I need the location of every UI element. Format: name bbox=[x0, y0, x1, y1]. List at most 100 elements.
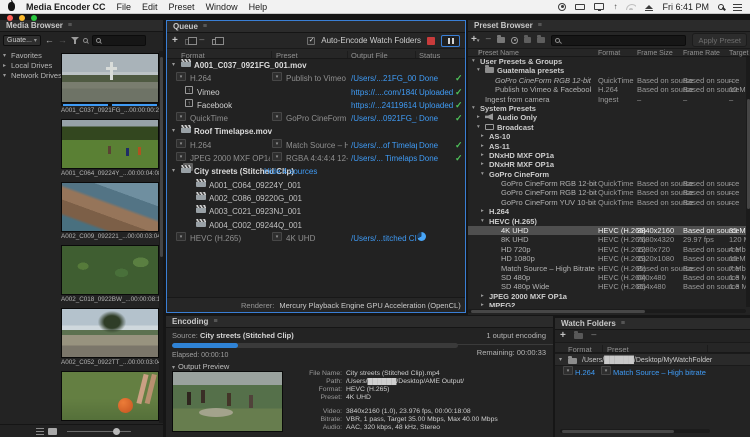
queue-row[interactable]: ▾ JPEG 2000 MXF OP1a ▾ RGBA 4:4:4:4 12-b… bbox=[167, 152, 465, 165]
output-file-link[interactable]: /Users/...of Timelapse.mp4 bbox=[351, 139, 417, 152]
wifi-icon[interactable] bbox=[626, 3, 636, 10]
notification-center-icon[interactable] bbox=[733, 4, 742, 11]
tab-preset-browser[interactable]: Preset Browser bbox=[474, 21, 533, 30]
preset-name[interactable]: GoPro CineForm RGB 12-bit with alpha (Al… bbox=[495, 76, 591, 85]
preset-row[interactable]: 8K UHD HEVC (H.265) 7680x4320 29.97 fps … bbox=[468, 235, 746, 244]
eject-icon[interactable] bbox=[645, 5, 653, 9]
thumbnail-size-slider[interactable] bbox=[67, 431, 131, 432]
preset-row[interactable]: ▸ H.264 bbox=[468, 207, 746, 216]
display-mirroring-icon[interactable] bbox=[594, 3, 604, 10]
preset-name[interactable]: SD 480p Wide bbox=[501, 282, 549, 291]
queue-preset[interactable]: GoPro CineForm RGB 12... bbox=[286, 112, 348, 125]
chevron-icon[interactable]: ▸ bbox=[481, 142, 484, 151]
output-preview-toggle[interactable]: ▾Output Preview bbox=[172, 362, 229, 371]
watch-format[interactable]: H.264 bbox=[575, 366, 595, 379]
preset-name[interactable]: DNxHR MXF OP1a bbox=[489, 160, 554, 169]
preset-dropdown-icon[interactable]: ▾ bbox=[272, 72, 282, 81]
clip-thumbnail[interactable] bbox=[61, 371, 159, 421]
preset-row[interactable]: ▸ Audio Only bbox=[468, 113, 746, 122]
queue-row[interactable]: ↑ Vimeo https://....com/184066142 Upload… bbox=[167, 86, 465, 99]
preset-row[interactable]: ▸ AS-11 bbox=[468, 142, 746, 151]
queue-row[interactable]: ↑ Facebook https://...24119614602283 Upl… bbox=[167, 99, 465, 112]
preset-name[interactable]: GoPro CineForm bbox=[489, 170, 549, 179]
preset-dropdown-icon[interactable]: ▾ bbox=[272, 139, 282, 148]
preset-row[interactable]: HD 1080p HEVC (H.265) 1920x1080 Based on… bbox=[468, 254, 746, 263]
panel-menu-icon[interactable]: ≡ bbox=[213, 318, 217, 325]
menubar-clock[interactable]: Fri 6:41 PM bbox=[662, 2, 709, 12]
preset-row[interactable]: ▸ DNxHD MXF OP1a bbox=[468, 151, 746, 160]
add-source-button[interactable]: + bbox=[172, 36, 178, 46]
preset-name[interactable]: GoPro CineForm RGB 12-bit with alpha bbox=[501, 179, 597, 188]
preset-name[interactable]: HEVC (H.265) bbox=[489, 217, 537, 226]
output-file-link[interactable]: /Users/...0921FG_001.mov bbox=[351, 112, 417, 125]
queue-row[interactable]: ▾ A001_C037_0921FG_001.mov bbox=[167, 59, 465, 72]
preset-settings-button[interactable] bbox=[511, 37, 517, 44]
preset-name[interactable]: MPEG2 bbox=[489, 301, 515, 307]
preset-search-input[interactable] bbox=[563, 37, 682, 44]
sync-icon[interactable] bbox=[575, 4, 585, 10]
slider-knob[interactable] bbox=[113, 428, 120, 435]
watch-preset[interactable]: Match Source – High bitrate bbox=[613, 366, 706, 379]
new-preset-button[interactable]: +▾ bbox=[471, 35, 479, 46]
preset-name[interactable]: System Presets bbox=[480, 104, 536, 113]
chevron-icon[interactable]: ▾ bbox=[481, 217, 484, 226]
preset-name[interactable]: Publish to Vimeo & Facebook bbox=[495, 85, 591, 94]
media-search-box[interactable] bbox=[92, 35, 146, 46]
preset-name[interactable]: Audio Only bbox=[497, 113, 537, 122]
minimize-window-button[interactable] bbox=[19, 15, 25, 21]
remove-watch-folder-button[interactable]: − bbox=[591, 331, 597, 341]
apple-menu-icon[interactable] bbox=[8, 2, 15, 11]
preset-name[interactable]: User Presets & Groups bbox=[480, 57, 562, 66]
preset-dropdown-icon[interactable]: ▾ bbox=[272, 152, 282, 161]
preset-name[interactable]: GoPro CineForm YUV 10-bit bbox=[501, 198, 596, 207]
queue-row[interactable]: ▾ H.264 ▾ Match Source – High bitr... /U… bbox=[167, 139, 465, 152]
panel-menu-icon[interactable]: ≡ bbox=[203, 23, 207, 30]
preset-row[interactable]: ▾ Broadcast bbox=[468, 123, 746, 132]
queue-format[interactable]: QuickTime bbox=[190, 112, 228, 125]
queue-row[interactable]: A003_C021_0923NJ_001 bbox=[167, 205, 465, 218]
preset-row[interactable]: GoPro CineForm YUV 10-bit QuickTime Base… bbox=[468, 198, 746, 207]
preset-row[interactable]: ▾ System Presets bbox=[468, 104, 746, 113]
chevron-icon[interactable]: ▸ bbox=[481, 132, 484, 141]
chevron-icon[interactable]: ▸ bbox=[481, 207, 484, 216]
screen-record-icon[interactable] bbox=[558, 3, 566, 11]
chevron-icon[interactable]: ▾ bbox=[472, 57, 475, 66]
preset-row[interactable]: Ingest from camera Ingest – – – bbox=[468, 95, 746, 104]
chevron-icon[interactable]: ▾ bbox=[477, 123, 480, 132]
zoom-menu-icon[interactable] bbox=[83, 38, 88, 43]
media-clip[interactable]: A001_C037_0921FG_... 00:00:00:20 bbox=[61, 53, 159, 114]
preset-row[interactable]: GoPro CineForm RGB 12-bit with alpha... … bbox=[468, 188, 746, 197]
preset-row[interactable]: Match Source – High Bitrate HEVC (H.265)… bbox=[468, 264, 746, 273]
preset-row[interactable]: GoPro CineForm RGB 12-bit with alpha (Al… bbox=[468, 76, 746, 85]
queue-row[interactable]: ▾ City streets (Stitched Clip) Hide 4 so… bbox=[167, 165, 465, 178]
clip-thumbnail[interactable] bbox=[61, 245, 159, 295]
format-dropdown-icon[interactable]: ▾ bbox=[176, 139, 186, 148]
chevron-icon[interactable]: ▾ bbox=[172, 125, 175, 138]
chevron-icon[interactable]: ▾ bbox=[481, 170, 484, 179]
tree-item[interactable]: ▸ Local Drives bbox=[0, 61, 58, 71]
location-dropdown[interactable]: Guate...▾ bbox=[3, 35, 41, 46]
queue-format[interactable]: HEVC (H.265) bbox=[190, 232, 241, 245]
preset-name[interactable]: HD 720p bbox=[501, 245, 531, 254]
new-group-button[interactable] bbox=[497, 37, 505, 43]
export-preset-button[interactable] bbox=[537, 37, 545, 43]
media-clip[interactable]: A002_C009_092221_... 00:00:03:04 bbox=[61, 182, 159, 240]
chevron-icon[interactable]: ▾ bbox=[3, 71, 6, 81]
preset-row[interactable]: ▾ HEVC (H.265) bbox=[468, 217, 746, 226]
queue-row[interactable]: ▾ QuickTime ▾ GoPro CineForm RGB 12... /… bbox=[167, 112, 465, 125]
output-file-link[interactable]: /Users/... Timelapse_1.mxf bbox=[351, 152, 417, 165]
chevron-icon[interactable]: ▸ bbox=[481, 151, 484, 160]
auto-encode-checkbox[interactable] bbox=[307, 37, 315, 45]
preset-name[interactable]: DNxHD MXF OP1a bbox=[489, 151, 554, 160]
preset-name[interactable]: AS-10 bbox=[489, 132, 510, 141]
chevron-icon[interactable]: ▾ bbox=[472, 104, 475, 113]
preset-row[interactable]: ▸ MPEG2 bbox=[468, 301, 746, 307]
preset-row[interactable]: ▾ GoPro CineForm bbox=[468, 170, 746, 179]
format-dropdown-icon[interactable]: ▾ bbox=[176, 152, 186, 161]
watch-folder-output-row[interactable]: ▾ H.264 ▾ Match Source – High bitrate bbox=[555, 366, 750, 379]
clip-thumbnail[interactable] bbox=[61, 308, 159, 358]
preset-name[interactable]: JPEG 2000 MXF OP1a bbox=[489, 292, 567, 301]
preset-row[interactable]: ▸ JPEG 2000 MXF OP1a bbox=[468, 292, 746, 301]
preset-name[interactable]: GoPro CineForm RGB 12-bit with alpha... bbox=[501, 188, 597, 197]
queue-format[interactable]: JPEG 2000 MXF OP1a bbox=[190, 152, 270, 165]
